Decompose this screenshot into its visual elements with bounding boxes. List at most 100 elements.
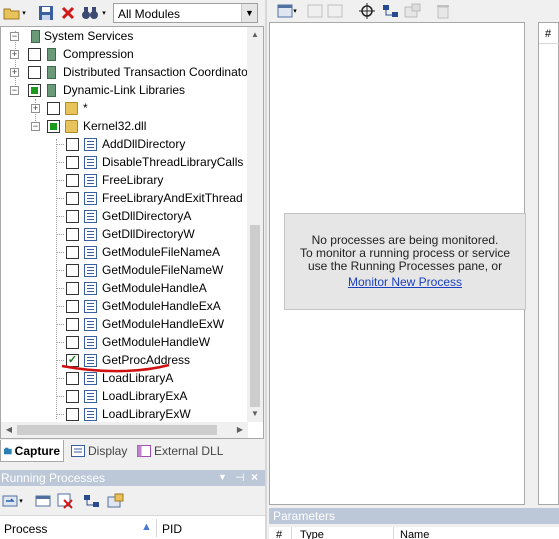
tree-node-function[interactable]: GetDllDirectoryW [1,225,248,243]
scroll-down-icon[interactable]: ▼ [247,406,263,422]
open-dropdown-icon[interactable]: ▾ [19,3,29,23]
pin-icon[interactable]: ⊣ [235,471,245,484]
tree-checkbox[interactable] [66,156,79,169]
column-header-name[interactable]: Name [400,529,429,539]
tree-node-function[interactable]: GetModuleHandleExA [1,297,248,315]
monitor-new-process-link[interactable]: Monitor New Process [285,276,525,289]
summary-column-panel[interactable]: # [538,22,559,505]
tree-node-function[interactable]: LoadLibraryExA [1,387,248,405]
detach-icon[interactable] [325,1,345,21]
tree-checkbox[interactable] [66,246,79,259]
scroll-up-icon[interactable]: ▲ [247,27,263,43]
delete-icon[interactable] [58,3,78,23]
stop-monitoring-icon[interactable] [305,1,325,21]
expand-icon[interactable]: + [10,68,19,77]
tab-display[interactable]: Display [68,440,130,462]
expand-icon[interactable]: + [10,50,19,59]
scroll-right-icon[interactable]: ▶ [232,422,248,438]
monitored-processes-area[interactable]: No processes are being monitored. To mon… [269,22,526,505]
column-header-number[interactable]: # [276,529,282,539]
save-icon[interactable] [36,3,56,23]
column-header-number[interactable]: # [545,28,551,40]
tree-node-function[interactable]: DisableThreadLibraryCalls [1,153,248,171]
api-function-icon [84,246,97,259]
collapse-icon[interactable]: − [10,86,19,95]
tree-node-compression[interactable]: + Compression [1,45,248,63]
collapse-icon[interactable]: − [10,32,19,41]
tree-node-function[interactable]: GetDllDirectoryA [1,207,248,225]
terminate-process-icon[interactable] [55,491,75,511]
tree-node-system-services[interactable]: − System Services [1,27,248,45]
tree-checkbox[interactable] [66,408,79,421]
panel-menu-icon[interactable]: ▼ [218,472,227,482]
start-monitoring-icon[interactable] [106,491,126,511]
tree-node-wildcard[interactable]: + * [1,99,248,117]
tree-node-function[interactable]: GetModuleHandleW [1,333,248,351]
tree-node-kernel32[interactable]: − Kernel32.dll [1,117,248,135]
hierarchy-icon[interactable] [381,1,401,21]
tree-node-dynamic-link-libraries[interactable]: − Dynamic-Link Libraries [1,81,248,99]
tree-checkbox[interactable] [66,174,79,187]
tree-checkbox[interactable] [66,228,79,241]
tree-checkbox[interactable] [66,336,79,349]
external-dll-icon [137,445,151,457]
trash-icon[interactable] [433,1,453,21]
new-process-dropdown-icon[interactable]: ▾ [291,1,299,21]
tree-checkbox[interactable] [47,120,60,133]
column-divider[interactable] [393,527,394,539]
binoculars-icon[interactable] [80,3,100,23]
tab-capture[interactable]: Capture [0,440,64,462]
module-group-icon [47,48,56,61]
tree-checkbox[interactable] [66,390,79,403]
chevron-down-icon[interactable]: ▼ [241,4,257,22]
module-filter-select[interactable]: All Modules ▼ [113,3,258,23]
tree-checkbox[interactable] [66,210,79,223]
tree-checkbox[interactable] [28,84,41,97]
collapse-icon[interactable]: − [31,122,40,131]
monitor-toolbar: ▾ [267,0,559,22]
api-filter-tree[interactable]: − System Services + Compression + Distri… [0,26,264,439]
tree-node-function[interactable]: AddDllDirectory [1,135,248,153]
tree-checkbox[interactable] [28,66,41,79]
tree-node-label: GetModuleHandleW [102,335,211,349]
tree-view-icon[interactable] [82,491,102,511]
tree-node-function[interactable]: GetModuleHandleA [1,279,248,297]
refresh-dropdown-icon[interactable]: ▾ [17,491,25,511]
tree-horizontal-scrollbar[interactable]: ◀ ▶ [1,422,248,438]
find-dropdown-icon[interactable]: ▾ [100,3,108,23]
close-icon[interactable]: × [251,470,258,484]
tree-checkbox[interactable] [66,138,79,151]
tree-checkbox[interactable] [47,102,60,115]
scroll-left-icon[interactable]: ◀ [1,422,17,438]
column-header-pid[interactable]: PID [162,522,182,536]
tree-node-distributed-transaction[interactable]: + Distributed Transaction Coordinato [1,63,248,81]
tab-external-dll[interactable]: External DLL [134,440,226,462]
tree-checkbox[interactable] [66,192,79,205]
tree-checkbox[interactable] [66,282,79,295]
tree-checkbox[interactable] [66,318,79,331]
tree-node-function[interactable]: LoadLibraryExW [1,405,248,423]
tree-connector [56,144,64,145]
scrollbar-thumb[interactable] [250,225,260,407]
tree-node-function[interactable]: FreeLibraryAndExitThread [1,189,248,207]
column-header-type[interactable]: Type [300,529,324,539]
tree-node-function[interactable]: FreeLibrary [1,171,248,189]
column-header-process[interactable]: Process [4,522,47,536]
tree-checkbox[interactable] [28,48,41,61]
tree-node-function[interactable]: GetModuleFileNameA [1,243,248,261]
column-divider[interactable] [291,527,292,539]
layout-icon[interactable] [403,1,423,21]
tree-vertical-scrollbar[interactable]: ▲ ▼ [247,27,263,422]
tree-checkbox[interactable] [66,264,79,277]
tree-node-function[interactable]: GetModuleFileNameW [1,261,248,279]
tree-checkbox[interactable] [66,300,79,313]
crosshair-icon[interactable] [357,1,377,21]
sort-ascending-icon[interactable]: ▲ [141,521,152,533]
tree-node-function[interactable]: GetModuleHandleExW [1,315,248,333]
expand-icon[interactable]: + [31,104,40,113]
scrollbar-thumb[interactable] [17,425,217,435]
column-divider[interactable] [156,519,157,537]
process-properties-icon[interactable] [33,491,53,511]
api-function-icon [84,318,97,331]
panel-title: Running Processes [1,471,106,485]
